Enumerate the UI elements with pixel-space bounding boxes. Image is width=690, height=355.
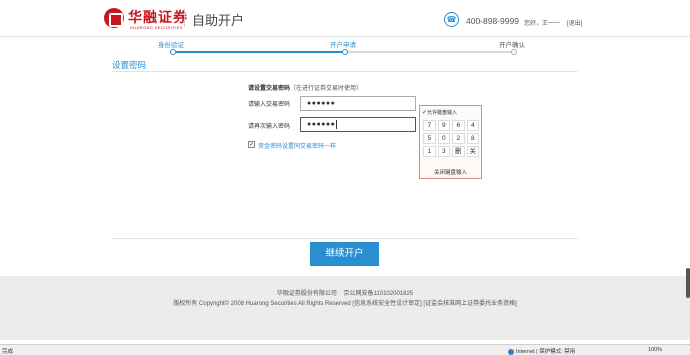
form-bottom-divider [112, 238, 578, 239]
keypad-allow-keyboard[interactable]: ✔允许键盘输入 [422, 109, 457, 116]
security-zone-text: Internet | 保护模式: 禁用 [516, 349, 576, 355]
brand-name: 华融证券 [128, 10, 188, 26]
keypad-key[interactable]: 0 [437, 133, 450, 144]
step-dot-application [342, 49, 348, 55]
virtual-keypad: ✔允许键盘输入 7 9 6 4 5 0 2 8 1 3 删 关 关闭键盘输入 [419, 105, 482, 179]
keypad-key[interactable]: 3 [437, 146, 450, 157]
keypad-key[interactable]: 7 [423, 120, 436, 131]
footer: 华融证券股份有限公司 京公网安备110102001825 版权所有 Copyri… [0, 276, 690, 340]
step-identity: 身份验证 [158, 42, 184, 49]
form-heading-hint: （在进行证券交易时使用） [290, 86, 363, 92]
keypad-close-link[interactable]: 关闭键盘输入 [420, 168, 481, 176]
form-heading: 请设置交易密码（在进行证券交易时使用） [248, 83, 362, 92]
huarong-logo-icon [104, 8, 124, 28]
text-cursor [336, 119, 338, 129]
footer-company-line: 华融证券股份有限公司 京公网安备110102001825 [0, 288, 690, 297]
password-label: 请输入交易密码 [248, 102, 291, 108]
section-title: 设置密码 [112, 60, 147, 70]
logout-link[interactable]: [退出] [567, 18, 582, 27]
section-divider [112, 71, 578, 72]
scrollbar-thumb[interactable] [686, 268, 690, 298]
password-input[interactable]: ●●●●●● [300, 96, 416, 111]
step-dot-identity [170, 49, 176, 55]
keypad-key[interactable]: 8 [466, 133, 479, 144]
keypad-key[interactable]: 1 [423, 146, 436, 157]
keypad-key[interactable]: 6 [452, 120, 465, 131]
form-heading-text: 请设置交易密码 [248, 86, 291, 92]
progress-steps: 身份验证 开户申请 开户确认 [0, 37, 690, 57]
app-title: 自助开户 [192, 13, 245, 28]
keypad-key[interactable]: 4 [466, 120, 479, 131]
step-track-progress [174, 51, 346, 53]
step-confirm: 开户确认 [499, 42, 525, 49]
brand-name-en: HUARONG SECURITIES [130, 25, 183, 30]
confirm-password-label: 请再次输入密码 [248, 124, 291, 130]
confirm-password-value: ●●●●●● [307, 121, 336, 128]
continue-button[interactable]: 继续开户 [310, 242, 379, 266]
page: 华融证券 HUARONG SECURITIES 自助开户 ☎ 400-898-9… [0, 0, 690, 355]
keypad-head-label: 允许键盘输入 [427, 110, 458, 116]
security-zone: Internet | 保护模式: 禁用 [508, 347, 575, 355]
zoom-level[interactable]: 100% [648, 347, 662, 353]
sync-password-label[interactable]: 资金密码设置同交易密码一样 [258, 141, 336, 150]
browser-statusbar: 完成 Internet | 保护模式: 禁用 100% [0, 344, 690, 355]
keypad-close-key[interactable]: 关 [466, 146, 479, 157]
keypad-key[interactable]: 2 [452, 133, 465, 144]
keypad-delete-key[interactable]: 删 [452, 146, 465, 157]
footer-copyright: 版权所有 Copyright© 2008 Huarong Securities … [173, 301, 517, 307]
password-value: ●●●●●● [307, 100, 336, 107]
status-text: 完成 [2, 349, 14, 355]
hotline-number: 400-898-9999 [466, 16, 519, 26]
confirm-password-input[interactable]: ●●●●●● [300, 117, 416, 132]
user-greeting: 您好，王一一 [524, 21, 561, 27]
step-application: 开户申请 [330, 42, 356, 49]
footer-company: 华融证券股份有限公司 [276, 291, 337, 297]
phone-icon: ☎ [444, 12, 459, 27]
footer-icp: 京公网安备110102001825 [343, 291, 414, 297]
keypad-keys: 7 9 6 4 5 0 2 8 1 3 删 关 [423, 120, 480, 157]
header: 华融证券 HUARONG SECURITIES 自助开户 ☎ 400-898-9… [0, 0, 690, 36]
keypad-key[interactable]: 5 [423, 133, 436, 144]
sync-password-checkbox[interactable]: ✓ [248, 141, 255, 148]
globe-icon [508, 348, 514, 355]
keypad-key[interactable]: 9 [437, 120, 450, 131]
header-divider [184, 9, 185, 27]
step-dot-confirm [511, 49, 517, 55]
